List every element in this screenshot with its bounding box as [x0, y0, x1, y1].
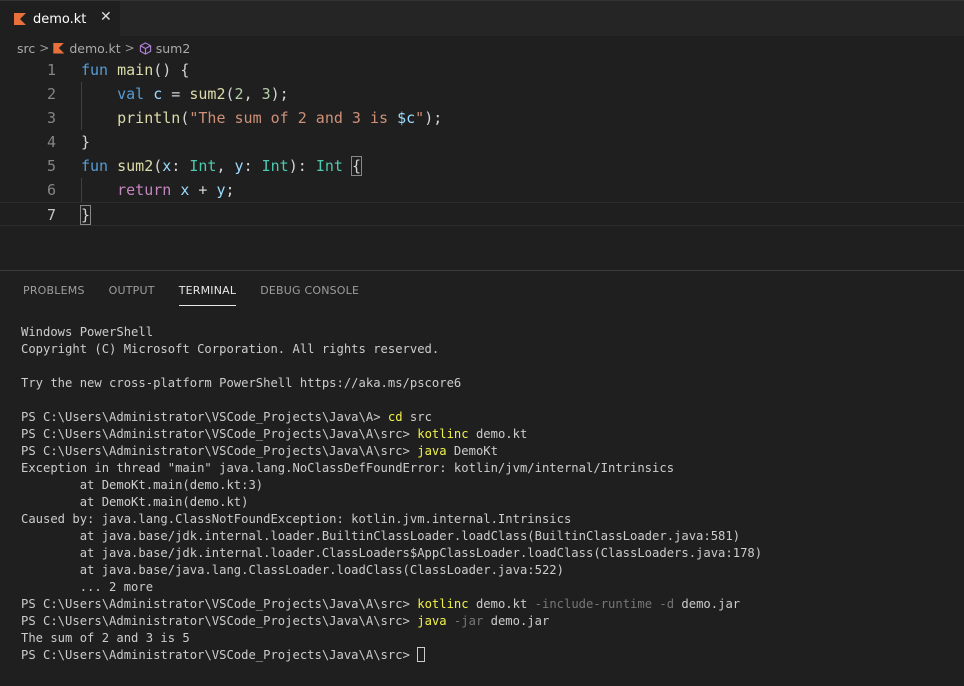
command-flags: -include-runtime -d [534, 597, 675, 611]
code-text: fun main() { [81, 61, 190, 79]
editor-tab-bar: demo.kt ✕ [0, 0, 964, 37]
code-line: 4 } [0, 130, 964, 154]
code-text: return x + y; [117, 181, 235, 199]
line-number: 1 [46, 61, 56, 79]
command-flags: -jar [446, 614, 484, 628]
command-args: src [402, 410, 432, 424]
command: java [417, 614, 447, 628]
line-number: 6 [46, 181, 56, 199]
terminal-error-line: at java.base/java.lang.ClassLoader.loadC… [21, 563, 564, 577]
command: kotlinc [417, 597, 469, 611]
terminal-line: Windows PowerShell [21, 325, 154, 339]
tab-terminal[interactable]: TERMINAL [178, 284, 237, 306]
program-output: The sum of 2 and 3 is 5 [21, 631, 190, 645]
line-number: 4 [46, 133, 56, 151]
code-text: fun sum2(x: Int, y: Int): Int { [81, 156, 362, 176]
line-number: 3 [46, 109, 56, 127]
command-args: DemoKt [446, 444, 498, 458]
panel-tabs: PROBLEMS OUTPUT TERMINAL DEBUG CONSOLE [23, 284, 383, 306]
terminal-line: PS C:\Users\Administrator\VSCode_Project… [21, 596, 762, 613]
method-cube-icon [139, 41, 151, 55]
prompt: PS C:\Users\Administrator\VSCode_Project… [21, 597, 418, 611]
prompt: PS C:\Users\Administrator\VSCode_Project… [21, 614, 418, 628]
terminal[interactable]: Windows PowerShell Copyright (C) Microso… [21, 324, 762, 664]
code-text: val c = sum2(2, 3); [117, 85, 289, 103]
chevron-right-icon: > [39, 41, 50, 55]
terminal-line: Try the new cross-platform PowerShell ht… [21, 376, 462, 390]
command-args: demo.kt [468, 427, 528, 441]
tab-output[interactable]: OUTPUT [109, 284, 155, 306]
command: cd [387, 410, 403, 424]
close-icon[interactable]: ✕ [100, 9, 112, 25]
current-code-line: 7 } [0, 202, 964, 226]
code-line: 1 fun main() { [0, 58, 964, 82]
code-text: println("The sum of 2 and 3 is $c"); [117, 109, 443, 127]
tab-problems[interactable]: PROBLEMS [23, 284, 85, 306]
terminal-line: Copyright (C) Microsoft Corporation. All… [21, 342, 440, 356]
code-line: 6 return x + y; [0, 178, 964, 202]
terminal-error-line: at DemoKt.main(demo.kt) [21, 495, 249, 509]
terminal-line: PS C:\Users\Administrator\VSCode_Project… [21, 409, 762, 426]
line-number: 7 [46, 206, 56, 224]
code-editor[interactable]: 1 fun main() { 2 val c = sum2(2, 3); 3 p… [0, 58, 964, 258]
breadcrumb-symbol[interactable]: sum2 [156, 41, 191, 56]
code-line: 2 val c = sum2(2, 3); [0, 82, 964, 106]
terminal-line: PS C:\Users\Administrator\VSCode_Project… [21, 613, 762, 630]
terminal-error-line: at java.base/jdk.internal.loader.ClassLo… [21, 546, 763, 560]
breadcrumb-src[interactable]: src [17, 41, 35, 56]
prompt: PS C:\Users\Administrator\VSCode_Project… [21, 444, 418, 458]
terminal-line: PS C:\Users\Administrator\VSCode_Project… [21, 443, 762, 460]
tab-label: demo.kt [33, 11, 87, 27]
command-args: demo.jar [674, 597, 741, 611]
terminal-line: PS C:\Users\Administrator\VSCode_Project… [21, 426, 762, 443]
prompt: PS C:\Users\Administrator\VSCode_Project… [21, 427, 418, 441]
code-text: } [79, 205, 92, 225]
terminal-error-line: at DemoKt.main(demo.kt:3) [21, 478, 264, 492]
command: kotlinc [417, 427, 469, 441]
terminal-error-line: ... 2 more [21, 580, 154, 594]
kotlin-file-icon [53, 43, 64, 54]
command-args: demo.jar [483, 614, 550, 628]
prompt: PS C:\Users\Administrator\VSCode_Project… [21, 410, 388, 424]
breadcrumb: src > demo.kt > sum2 [17, 38, 190, 58]
kotlin-file-icon [14, 13, 26, 25]
panel-divider[interactable] [0, 270, 964, 271]
command-args: demo.kt [468, 597, 535, 611]
command: java [417, 444, 447, 458]
terminal-error-line: Caused by: java.lang.ClassNotFoundExcept… [21, 512, 572, 526]
line-number: 5 [46, 157, 56, 175]
prompt: PS C:\Users\Administrator\VSCode_Project… [21, 648, 418, 662]
tab-demo-kt[interactable]: demo.kt ✕ [0, 1, 120, 37]
code-line: 5 fun sum2(x: Int, y: Int): Int { [0, 154, 964, 178]
terminal-error-line: at java.base/jdk.internal.loader.Builtin… [21, 529, 741, 543]
terminal-error-line: Exception in thread "main" java.lang.NoC… [21, 461, 675, 475]
code-text: } [81, 133, 91, 151]
line-number: 2 [46, 85, 56, 103]
code-line: 3 println("The sum of 2 and 3 is $c"); [0, 106, 964, 130]
breadcrumb-file[interactable]: demo.kt [69, 41, 120, 56]
terminal-cursor [417, 647, 426, 662]
tab-debug-console[interactable]: DEBUG CONSOLE [260, 284, 359, 306]
chevron-right-icon: > [124, 41, 135, 55]
terminal-input-line[interactable]: PS C:\Users\Administrator\VSCode_Project… [21, 647, 762, 664]
